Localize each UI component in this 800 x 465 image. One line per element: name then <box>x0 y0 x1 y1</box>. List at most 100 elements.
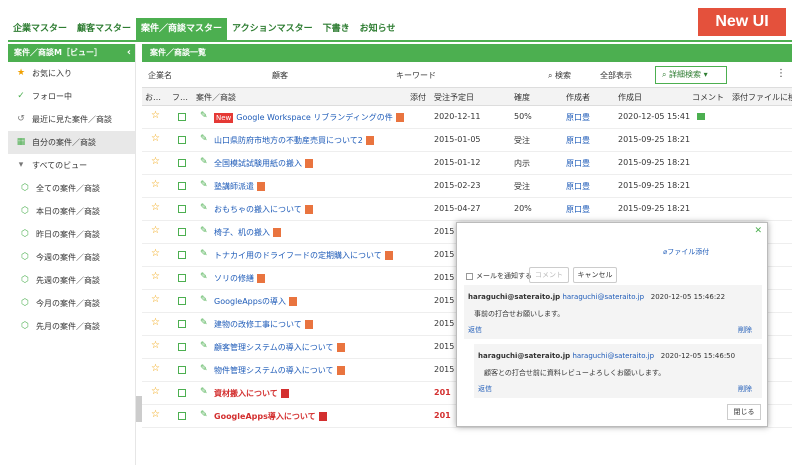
comment-email[interactable]: haraguchi@sateraito.jp <box>562 293 644 301</box>
edit-icon[interactable]: ✎ <box>200 134 208 144</box>
edit-icon[interactable]: ✎ <box>200 318 208 328</box>
tab-action-master[interactable]: アクションマスター <box>227 18 318 40</box>
delete-link[interactable]: 削除 <box>738 384 752 394</box>
star-icon[interactable]: ☆ <box>151 202 160 213</box>
advanced-search-button[interactable]: ⌕ 詳細検索 ▾ <box>655 66 727 84</box>
notify-checkbox[interactable]: メールを通知する <box>466 271 532 281</box>
sidebar-item-all-views[interactable]: ▾ すべてのビュー <box>8 154 135 177</box>
cancel-button[interactable]: キャンセル <box>573 267 617 283</box>
star-icon[interactable]: ☆ <box>151 110 160 121</box>
tab-notices[interactable]: お知らせ <box>355 18 401 40</box>
keyword-input[interactable]: キーワード <box>396 70 436 81</box>
search-button[interactable]: ⌕ 検索 <box>548 70 571 81</box>
star-icon[interactable]: ☆ <box>151 133 160 144</box>
star-icon[interactable]: ☆ <box>151 409 160 420</box>
star-icon[interactable]: ☆ <box>151 340 160 351</box>
deal-title-link[interactable]: New Google Workspace リブランディングの件 <box>214 112 404 123</box>
table-row[interactable]: ☆ ✎ 全国模試試験用紙の搬入 2015-01-12 内示 原口豊 2015-09-25 1… <box>142 152 792 175</box>
deal-title-link[interactable]: 顧客管理システムの導入について <box>214 342 345 353</box>
collapse-icon[interactable]: ‹ <box>127 44 131 62</box>
col-due[interactable]: 受注予定日 <box>434 92 474 103</box>
reply-link[interactable]: 返信 <box>478 384 492 394</box>
table-row[interactable]: ☆ ✎ 山口県防府市地方の不動産売買について2 2015-01-05 受注 原口豊 2015… <box>142 129 792 152</box>
follow-checkbox[interactable] <box>178 343 186 351</box>
customer-filter[interactable]: 顧客 <box>272 70 288 81</box>
edit-icon[interactable]: ✎ <box>200 410 208 420</box>
col-probability[interactable]: 確度 <box>514 92 530 103</box>
follow-checkbox[interactable] <box>178 274 186 282</box>
creator-link[interactable]: 原口豊 <box>566 112 590 123</box>
follow-checkbox[interactable] <box>178 113 186 121</box>
comment-icon[interactable] <box>697 113 705 120</box>
deal-title-link[interactable]: ソリの修繕 <box>214 273 265 284</box>
edit-icon[interactable]: ✎ <box>200 180 208 190</box>
edit-icon[interactable]: ✎ <box>200 387 208 397</box>
sidebar-item-view-last-month[interactable]: ⬡ 先月の案件／商談 <box>8 315 135 338</box>
col-attach-search[interactable]: 添付ファイルに検 <box>732 92 792 103</box>
col-created[interactable]: 作成日 <box>618 92 642 103</box>
follow-checkbox[interactable] <box>178 320 186 328</box>
delete-link[interactable]: 削除 <box>738 325 752 335</box>
deal-title-link[interactable]: 椅子、机の搬入 <box>214 227 281 238</box>
sidebar-item-favorites[interactable]: ★ お気に入り <box>8 62 135 85</box>
follow-checkbox[interactable] <box>178 205 186 213</box>
deal-title-link[interactable]: 山口県防府市地方の不動産売買について2 <box>214 135 374 146</box>
tab-deal-master[interactable]: 案件／商談マスター <box>136 18 228 40</box>
follow-checkbox[interactable] <box>178 251 186 259</box>
comment-email[interactable]: haraguchi@sateraito.jp <box>572 352 654 360</box>
company-filter[interactable]: 企業名 <box>148 70 172 81</box>
edit-icon[interactable]: ✎ <box>200 272 208 282</box>
star-icon[interactable]: ☆ <box>151 156 160 167</box>
star-icon[interactable]: ☆ <box>151 363 160 374</box>
sidebar-item-view-all[interactable]: ⬡ 全ての案件／商談 <box>8 177 135 200</box>
follow-checkbox[interactable] <box>178 228 186 236</box>
col-favorite[interactable]: お… <box>145 92 167 103</box>
follow-checkbox[interactable] <box>178 136 186 144</box>
deal-title-link[interactable]: 建物の改修工事について <box>214 319 313 330</box>
deal-title-link[interactable]: 全国模試試験用紙の搬入 <box>214 158 313 169</box>
deal-title-link[interactable]: 塾講師派遣 <box>214 181 265 192</box>
sidebar-item-view-this-week[interactable]: ⬡ 今週の案件／商談 <box>8 246 135 269</box>
table-row[interactable]: ☆ ✎ New Google Workspace リブランディングの件 2020-12-… <box>142 106 792 129</box>
close-button[interactable]: 閉じる <box>727 404 761 420</box>
col-title[interactable]: 案件／商談 <box>196 92 236 103</box>
sidebar-item-recent[interactable]: ↺ 最近に見た案件／商談 <box>8 108 135 131</box>
sidebar-item-view-last-week[interactable]: ⬡ 先週の案件／商談 <box>8 269 135 292</box>
creator-link[interactable]: 原口豊 <box>566 181 590 192</box>
deal-title-link[interactable]: GoogleAppsの導入 <box>214 296 298 307</box>
deal-title-link[interactable]: 資材搬入について <box>214 388 289 399</box>
attach-file-link[interactable]: ⌀ファイル添付 <box>663 247 709 257</box>
star-icon[interactable]: ☆ <box>151 317 160 328</box>
follow-checkbox[interactable] <box>178 412 186 420</box>
star-icon[interactable]: ☆ <box>151 225 160 236</box>
follow-checkbox[interactable] <box>178 389 186 397</box>
star-icon[interactable]: ☆ <box>151 386 160 397</box>
close-icon[interactable]: ✕ <box>754 226 762 236</box>
tab-customer-master[interactable]: 顧客マスター <box>72 18 136 40</box>
deal-title-link[interactable]: GoogleApps導入について <box>214 411 327 422</box>
follow-checkbox[interactable] <box>178 366 186 374</box>
tab-drafts[interactable]: 下書き <box>318 18 355 40</box>
sidebar-item-following[interactable]: ✓ フォロー中 <box>8 85 135 108</box>
follow-checkbox[interactable] <box>178 159 186 167</box>
follow-checkbox[interactable] <box>178 297 186 305</box>
star-icon[interactable]: ☆ <box>151 179 160 190</box>
edit-icon[interactable]: ✎ <box>200 203 208 213</box>
edit-icon[interactable]: ✎ <box>200 111 208 121</box>
col-attach[interactable]: 添付 <box>410 92 426 103</box>
new-ui-badge[interactable]: New UI <box>698 8 786 36</box>
table-row[interactable]: ☆ ✎ おもちゃの搬入について 2015-04-27 20% 原口豊 2015-09-25 … <box>142 198 792 221</box>
edit-icon[interactable]: ✎ <box>200 341 208 351</box>
follow-checkbox[interactable] <box>178 182 186 190</box>
table-row[interactable]: ☆ ✎ 塾講師派遣 2015-02-23 受注 原口豊 2015-09-25 18:21 <box>142 175 792 198</box>
reply-link[interactable]: 返信 <box>468 325 482 335</box>
col-follow[interactable]: フ… <box>172 92 190 103</box>
deal-title-link[interactable]: 物件管理システムの導入について <box>214 365 345 376</box>
edit-icon[interactable]: ✎ <box>200 364 208 374</box>
sidebar-item-view-today[interactable]: ⬡ 本日の案件／商談 <box>8 200 135 223</box>
creator-link[interactable]: 原口豊 <box>566 158 590 169</box>
col-creator[interactable]: 作成者 <box>566 92 590 103</box>
tab-company-master[interactable]: 企業マスター <box>8 18 72 40</box>
sidebar-item-view-yesterday[interactable]: ⬡ 昨日の案件／商談 <box>8 223 135 246</box>
star-icon[interactable]: ☆ <box>151 271 160 282</box>
